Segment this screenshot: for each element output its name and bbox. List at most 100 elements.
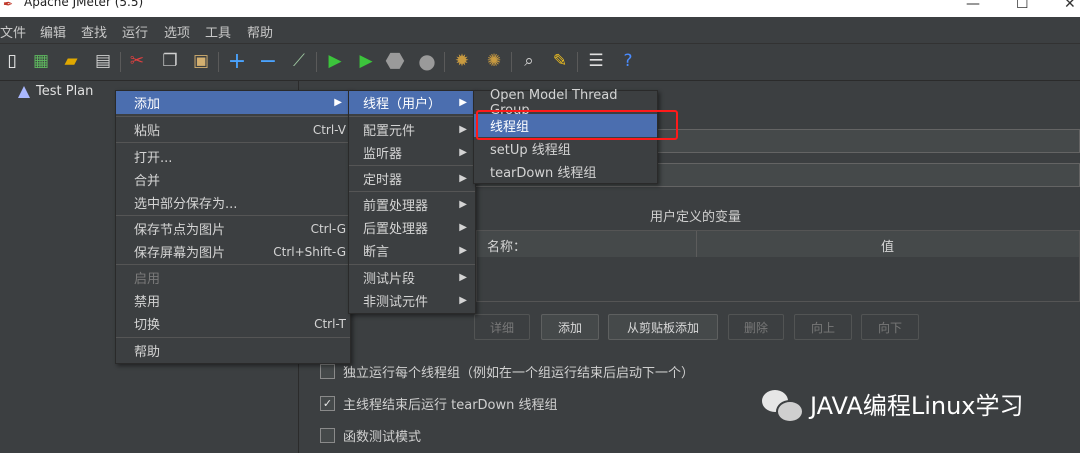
annotation-highlight-box bbox=[476, 110, 678, 140]
templates-icon[interactable]: ▦ bbox=[30, 50, 52, 72]
watermark-text: JAVA编程Linux学习 bbox=[810, 392, 1024, 420]
delete-button[interactable]: 删除 bbox=[728, 314, 784, 340]
menu-edit[interactable]: 编辑 bbox=[40, 22, 66, 41]
menu-item-save-selection[interactable]: 选中部分保存为... bbox=[116, 191, 350, 214]
new-icon[interactable]: ▯ bbox=[1, 50, 23, 72]
shutdown-icon[interactable]: ● bbox=[416, 49, 438, 73]
down-button[interactable]: 向下 bbox=[861, 314, 919, 340]
minimize-icon[interactable]: — bbox=[966, 0, 980, 12]
cut-icon[interactable]: ✂ bbox=[126, 50, 148, 72]
start-icon[interactable]: ▶ bbox=[324, 50, 346, 72]
tree-node-label: Test Plan bbox=[36, 84, 94, 99]
checkbox-label: 独立运行每个线程组（例如在一个组运行结束后启动下一个） bbox=[343, 366, 695, 381]
detail-button[interactable]: 详细 bbox=[474, 314, 530, 340]
checkbox-checked[interactable]: ✓ bbox=[320, 396, 335, 411]
toolbar: ▯ ▦ ▰ ▤ ✂ ❐ ▣ + − ⟋ ▶ ▶ ⬣ ● ✹ ✺ ⌕ ✎ ☰ ? bbox=[0, 44, 1080, 81]
submenu-item-non-test[interactable]: 非测试元件 ▶ bbox=[349, 289, 475, 312]
title-bar: ✒ Apache JMeter (5.5) — ☐ ✕ bbox=[0, 0, 1080, 17]
menu-item-save-screen-image[interactable]: 保存屏幕为图片 Ctrl+Shift-G bbox=[116, 240, 350, 263]
menu-item-enable[interactable]: 启用 bbox=[116, 266, 350, 289]
context-menu: 添加 ▶ 粘贴 Ctrl-V 打开... 合并 选中部分保存为... 保存节点为图片… bbox=[115, 90, 351, 364]
menu-item-merge[interactable]: 合并 bbox=[116, 168, 350, 191]
menu-item-help[interactable]: 帮助 bbox=[116, 339, 350, 362]
collapse-icon[interactable]: − bbox=[257, 49, 279, 74]
submenu-item-teardown-thread-group[interactable]: tearDown 线程组 bbox=[474, 160, 657, 183]
chevron-right-icon: ▶ bbox=[459, 199, 467, 210]
submenu-item-config[interactable]: 配置元件 ▶ bbox=[349, 118, 475, 141]
checkbox[interactable] bbox=[320, 364, 335, 379]
menu-item-open[interactable]: 打开... bbox=[116, 145, 350, 168]
stop-icon[interactable]: ⬣ bbox=[384, 49, 406, 74]
chevron-right-icon: ▶ bbox=[459, 222, 467, 233]
chevron-right-icon: ▶ bbox=[459, 124, 467, 135]
submenu-item-threads[interactable]: 线程（用户） ▶ bbox=[349, 91, 475, 114]
checkbox[interactable] bbox=[320, 428, 335, 443]
vars-table-header: 名称： 值 bbox=[476, 230, 1080, 258]
submenu-item-timer[interactable]: 定时器 ▶ bbox=[349, 167, 475, 190]
add-from-clipboard-button[interactable]: 从剪贴板添加 bbox=[608, 314, 718, 340]
submenu-item-listener[interactable]: 监听器 ▶ bbox=[349, 141, 475, 164]
close-icon[interactable]: ✕ bbox=[1064, 0, 1076, 12]
window-title: Apache JMeter (5.5) bbox=[24, 0, 144, 9]
menu-item-save-node-image[interactable]: 保存节点为图片 Ctrl-G bbox=[116, 217, 350, 240]
chevron-right-icon: ▶ bbox=[459, 173, 467, 184]
add-button[interactable]: 添加 bbox=[541, 314, 599, 340]
vars-table-body[interactable] bbox=[476, 257, 1080, 302]
search-icon[interactable]: ⌕ bbox=[518, 50, 540, 72]
chevron-right-icon: ▶ bbox=[459, 272, 467, 283]
toolbar-separator bbox=[511, 52, 512, 72]
menu-item-add[interactable]: 添加 ▶ bbox=[116, 91, 350, 114]
menu-run[interactable]: 运行 bbox=[122, 22, 148, 41]
menu-tools[interactable]: 工具 bbox=[205, 22, 231, 41]
open-icon[interactable]: ▰ bbox=[60, 50, 82, 72]
wechat-icon bbox=[762, 388, 804, 423]
chevron-right-icon: ▶ bbox=[459, 295, 467, 306]
col-value-header: 值 bbox=[881, 240, 895, 255]
reset-search-icon[interactable]: ✎ bbox=[549, 50, 571, 72]
menu-item-disable[interactable]: 禁用 bbox=[116, 289, 350, 312]
function-helper-icon[interactable]: ☰ bbox=[585, 50, 607, 72]
menu-file[interactable]: 文件 bbox=[0, 22, 26, 41]
start-no-pause-icon[interactable]: ▶ bbox=[355, 50, 377, 72]
menu-search[interactable]: 查找 bbox=[81, 22, 107, 41]
teardown-after-shutdown-row[interactable]: ✓ 主线程结束后运行 tearDown 线程组 bbox=[320, 394, 558, 413]
menu-bar: 文件 编辑 查找 运行 选项 工具 帮助 bbox=[0, 17, 1080, 44]
col-name-header: 名称： bbox=[487, 240, 527, 255]
paste-icon[interactable]: ▣ bbox=[190, 50, 212, 72]
submenu-item-setup-thread-group[interactable]: setUp 线程组 bbox=[474, 137, 657, 160]
add-submenu: 线程（用户） ▶ 配置元件 ▶ 监听器 ▶ 定时器 ▶ 前置处理器 ▶ 后置处理器 ▶ 断言… bbox=[348, 90, 476, 314]
toolbar-separator bbox=[577, 52, 578, 72]
menu-item-paste[interactable]: 粘贴 Ctrl-V bbox=[116, 118, 350, 141]
submenu-item-test-fragment[interactable]: 测试片段 ▶ bbox=[349, 266, 475, 289]
checkbox-label: 函数测试模式 bbox=[343, 430, 422, 445]
run-groups-consecutively-row[interactable]: 独立运行每个线程组（例如在一个组运行结束后启动下一个） bbox=[320, 362, 694, 381]
submenu-item-preprocessor[interactable]: 前置处理器 ▶ bbox=[349, 193, 475, 216]
chevron-right-icon: ▶ bbox=[334, 97, 342, 108]
watermark: JAVA编程Linux学习 bbox=[762, 386, 1024, 423]
menu-item-toggle[interactable]: 切换 Ctrl-T bbox=[116, 312, 350, 335]
submenu-item-postprocessor[interactable]: 后置处理器 ▶ bbox=[349, 216, 475, 239]
help-icon[interactable]: ? bbox=[617, 50, 639, 72]
toolbar-separator bbox=[120, 52, 121, 72]
menu-options[interactable]: 选项 bbox=[164, 22, 190, 41]
checkbox-label: 主线程结束后运行 tearDown 线程组 bbox=[343, 398, 558, 413]
clear-icon[interactable]: ✹ bbox=[451, 50, 473, 72]
user-vars-title: 用户定义的变量 bbox=[650, 210, 742, 225]
chevron-right-icon: ▶ bbox=[459, 245, 467, 256]
functional-test-mode-row[interactable]: 函数测试模式 bbox=[320, 426, 421, 445]
menu-help[interactable]: 帮助 bbox=[247, 22, 273, 41]
clear-all-icon[interactable]: ✺ bbox=[483, 50, 505, 72]
chevron-right-icon: ▶ bbox=[459, 147, 467, 158]
submenu-item-assertion[interactable]: 断言 ▶ bbox=[349, 239, 475, 262]
tree-node-test-plan[interactable]: Test Plan bbox=[18, 84, 93, 99]
toolbar-separator bbox=[218, 52, 219, 72]
toolbar-separator bbox=[316, 52, 317, 72]
maximize-icon[interactable]: ☐ bbox=[1016, 0, 1029, 12]
toolbar-separator bbox=[444, 52, 445, 72]
save-icon[interactable]: ▤ bbox=[92, 50, 114, 72]
toggle-icon[interactable]: ⟋ bbox=[288, 50, 310, 72]
copy-icon[interactable]: ❐ bbox=[159, 50, 181, 72]
up-button[interactable]: 向上 bbox=[794, 314, 852, 340]
expand-icon[interactable]: + bbox=[226, 49, 248, 74]
jmeter-feather-icon: ✒ bbox=[3, 0, 14, 11]
